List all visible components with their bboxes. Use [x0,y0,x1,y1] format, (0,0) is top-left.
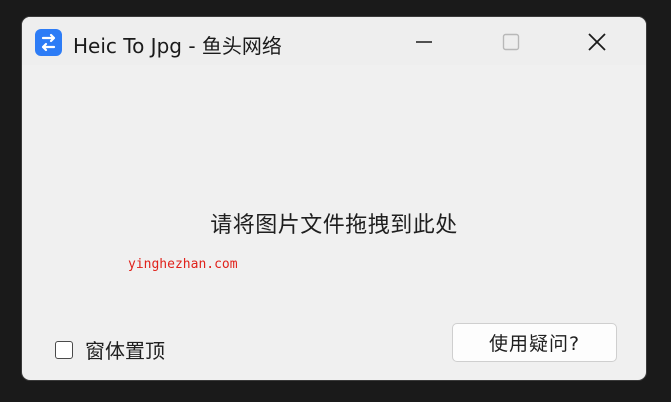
drop-zone-hint: 请将图片文件拖拽到此处 [210,213,458,238]
close-button[interactable] [574,21,620,63]
app-window: Heic To Jpg - 鱼头网络 请将图片文件拖拽到此处 yinghezha… [22,17,646,380]
close-icon [588,33,606,51]
minimize-button[interactable] [401,21,447,63]
help-button[interactable]: 使用疑问? [452,323,617,362]
pin-on-top-toggle[interactable]: 窗体置顶 [55,335,165,364]
pin-checkbox[interactable] [55,340,73,359]
pin-checkbox-label: 窗体置顶 [85,339,165,363]
maximize-icon [502,33,520,51]
maximize-button[interactable] [488,21,534,63]
app-swap-icon [35,29,62,56]
title-bar[interactable]: Heic To Jpg - 鱼头网络 [22,17,646,65]
window-title: Heic To Jpg - 鱼头网络 [73,34,282,58]
minimize-icon [416,41,432,43]
watermark-text: yinghezhan.com [128,257,238,272]
